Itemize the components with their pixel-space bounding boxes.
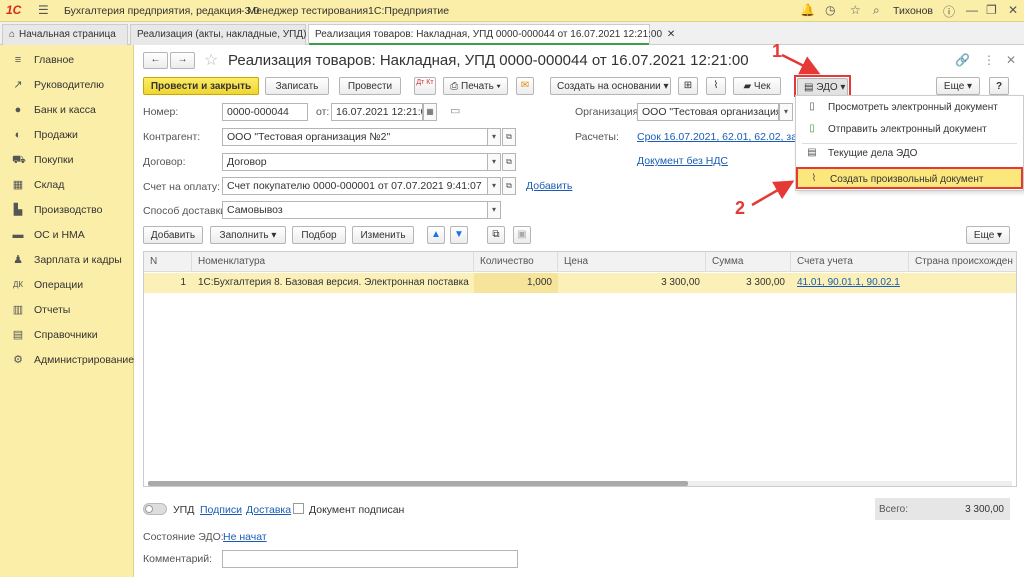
annotation-arrows: [751, 53, 821, 207]
arrow-1: [781, 53, 821, 75]
arrow-2: [751, 180, 795, 207]
